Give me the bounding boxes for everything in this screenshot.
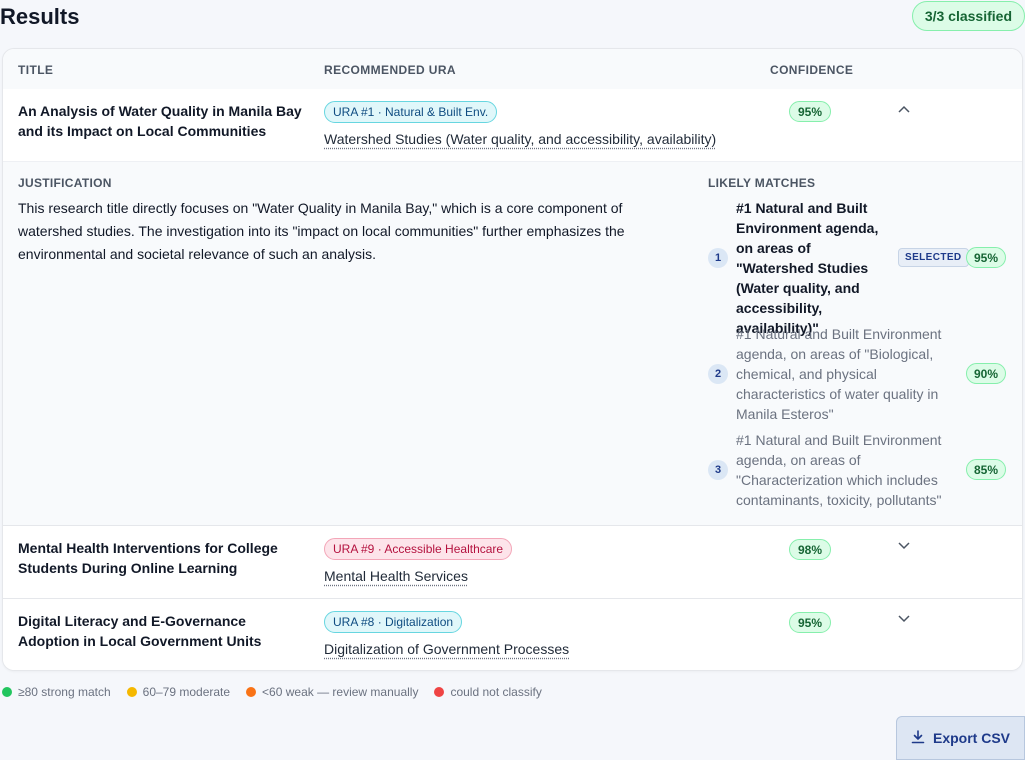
legend-item: <60 weak — review manually [246, 685, 418, 699]
table-row[interactable]: Mental Health Interventions for College … [3, 525, 1022, 598]
confidence-legend: ≥80 strong match 60–79 moderate <60 weak… [2, 685, 542, 699]
ura-tag: URA #8 · Digitalization [324, 611, 463, 633]
legend-label: <60 weak — review manually [262, 685, 419, 699]
legend-label: ≥80 strong match [18, 685, 111, 699]
match-confidence-pill: 95% [966, 247, 1007, 268]
table-header: TITLE RECOMMENDED URA CONFIDENCE [3, 49, 1022, 89]
match-rank: 1 [708, 248, 728, 268]
collapse-row-chevron-up-icon[interactable] [896, 101, 912, 117]
likely-match-item[interactable]: 2 #1 Natural and Built Environment agend… [708, 324, 1018, 424]
justification-text: This research title directly focuses on … [18, 200, 625, 262]
column-header-ura: RECOMMENDED URA [324, 63, 456, 77]
export-csv-label: Export CSV [932, 730, 1010, 746]
column-header-title: TITLE [18, 63, 54, 77]
match-text: #1 Natural and Built Environment agenda,… [736, 326, 942, 422]
likely-matches-label: LIKELY MATCHES [708, 176, 816, 190]
match-rank: 2 [708, 364, 728, 384]
legend-item: ≥80 strong match [2, 685, 111, 699]
legend-label: could not classify [450, 685, 542, 699]
row-detail-panel: JUSTIFICATION This research title direct… [3, 161, 1022, 525]
results-table: TITLE RECOMMENDED URA CONFIDENCE An Anal… [2, 48, 1023, 671]
yellow-dot-icon [126, 687, 137, 697]
table-row[interactable]: An Analysis of Water Quality in Manila B… [3, 89, 1022, 161]
ura-tag: URA #1 · Natural & Built Env. [324, 101, 498, 123]
ura-subarea: Watershed Studies (Water quality, and ac… [324, 131, 717, 147]
match-confidence-pill: 85% [966, 459, 1007, 480]
page-title: Results [0, 4, 80, 29]
match-text: #1 Natural and Built Environment agenda,… [736, 432, 942, 508]
confidence-pill: 95% [789, 612, 832, 633]
likely-match-item[interactable]: 1 #1 Natural and Built Environment agend… [708, 198, 1018, 336]
legend-label: 60–79 moderate [142, 685, 231, 699]
ura-tag: URA #9 · Accessible Healthcare [324, 538, 513, 560]
justification-label: JUSTIFICATION [18, 176, 112, 190]
row-title: Mental Health Interventions for College … [18, 540, 278, 576]
table-row[interactable]: Digital Literacy and E-Governance Adopti… [3, 598, 1022, 670]
likely-match-item[interactable]: 3 #1 Natural and Built Environment agend… [708, 430, 1018, 510]
match-rank: 3 [708, 460, 728, 480]
match-text: #1 Natural and Built Environment agenda,… [736, 200, 879, 336]
confidence-pill: 98% [789, 539, 832, 560]
confidence-pill: 95% [789, 101, 832, 122]
ura-subarea: Mental Health Services [324, 568, 468, 584]
row-title: An Analysis of Water Quality in Manila B… [18, 103, 302, 139]
export-csv-button[interactable]: Export CSV [896, 716, 1025, 760]
expand-row-chevron-down-icon[interactable] [896, 538, 912, 554]
column-header-confidence: CONFIDENCE [770, 63, 854, 77]
orange-dot-icon [246, 687, 257, 697]
classified-count-badge: 3/3 classified [911, 1, 1025, 31]
green-dot-icon [2, 687, 12, 697]
selected-badge: SELECTED [898, 248, 969, 267]
download-icon [911, 729, 925, 747]
expand-row-chevron-down-icon[interactable] [896, 611, 912, 627]
red-dot-icon [434, 687, 445, 697]
match-confidence-pill: 90% [966, 363, 1007, 384]
legend-item: could not classify [434, 685, 542, 699]
ura-subarea: Digitalization of Government Processes [324, 641, 570, 657]
legend-item: 60–79 moderate [126, 685, 231, 699]
row-title: Digital Literacy and E-Governance Adopti… [18, 613, 262, 649]
